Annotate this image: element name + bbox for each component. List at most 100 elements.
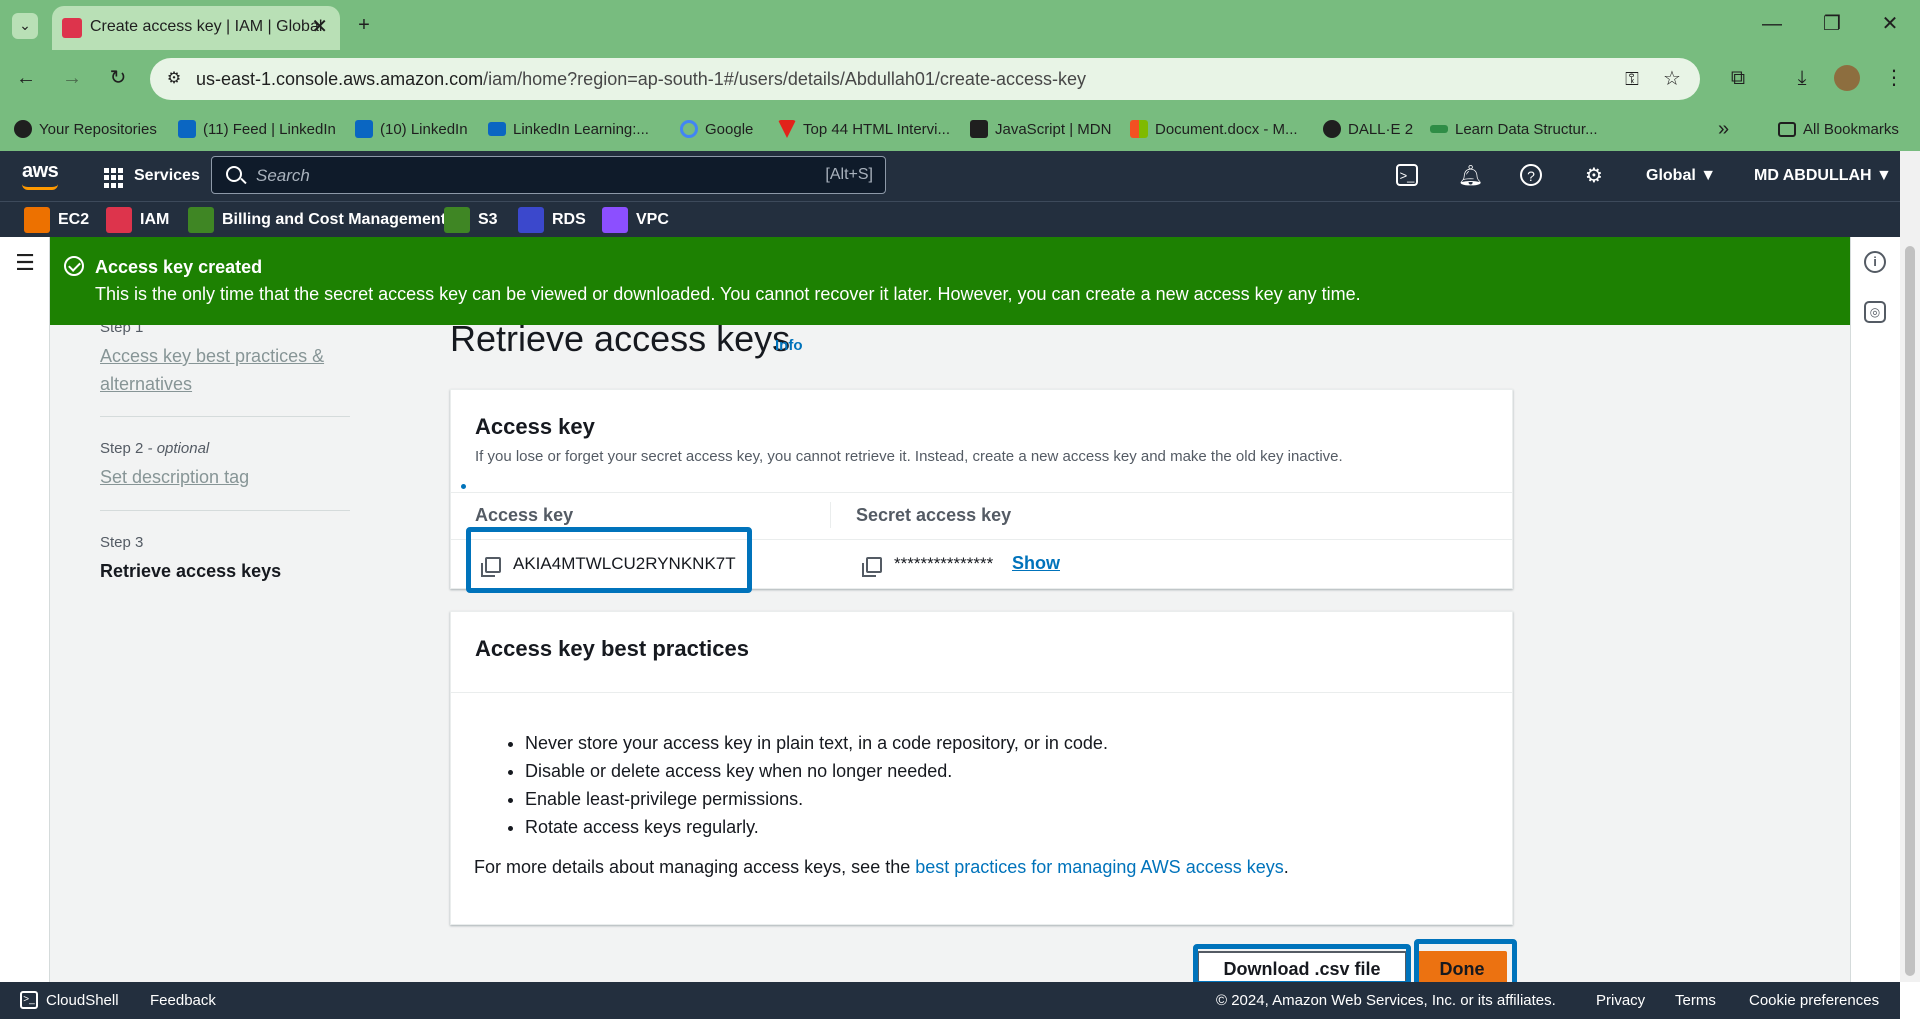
flash-message: This is the only time that the secret ac… (95, 284, 1361, 304)
linkedin-icon (178, 120, 196, 138)
cloudshell-icon[interactable]: >_ (20, 991, 38, 1009)
close-tab-icon[interactable]: ✕ (311, 14, 328, 39)
site-info-icon[interactable]: ⚙ (162, 67, 186, 91)
bookmark-linkedin-feed[interactable]: (11) Feed | LinkedIn (178, 117, 336, 141)
best-practices-heading: Access key best practices (475, 636, 749, 661)
bookmark-mdn[interactable]: JavaScript | MDN (970, 117, 1111, 141)
list-item: Rotate access keys regularly. (525, 813, 1108, 841)
footer-privacy[interactable]: Privacy (1596, 992, 1645, 1009)
services-menu[interactable]: Services (134, 167, 200, 185)
step-divider (100, 510, 350, 511)
step-1-link[interactable]: Access key best practices & alternatives (100, 342, 330, 398)
search-input[interactable]: Search [Alt+S] (211, 156, 886, 194)
bookmark-linkedin[interactable]: (10) LinkedIn (355, 117, 468, 141)
forward-icon[interactable]: → (60, 66, 84, 90)
access-key-description: If you lose or forget your secret access… (475, 448, 1343, 465)
favorite-ec2[interactable]: EC2 (24, 207, 89, 233)
step-2-link[interactable]: Set description tag (100, 463, 249, 491)
left-rail: ☰ (0, 237, 50, 982)
column-header-access-key: Access key (475, 505, 574, 525)
aws-logo[interactable]: aws (22, 160, 59, 183)
favorite-billing[interactable]: Billing and Cost Management (188, 207, 446, 233)
bookmark-dalle[interactable]: DALL·E 2 (1323, 117, 1413, 141)
url-text: us-east-1.console.aws.amazon.com/iam/hom… (196, 69, 1086, 89)
favorite-vpc[interactable]: VPC (602, 207, 669, 233)
openai-icon (1323, 120, 1341, 138)
tab-search-icon[interactable]: ⌄ (12, 13, 38, 39)
scrollbar-thumb[interactable] (1905, 246, 1915, 976)
profile-avatar[interactable] (1834, 65, 1860, 91)
step-3-current: Retrieve access keys (100, 561, 282, 581)
extensions-icon[interactable]: ⧉ (1726, 66, 1750, 90)
info-link[interactable]: Info (775, 337, 803, 354)
more-bookmarks-icon[interactable]: » (1718, 117, 1729, 141)
folder-icon (1778, 121, 1796, 137)
aws-smile-icon (22, 184, 58, 190)
iam-favicon-icon (62, 18, 82, 38)
browser-tab-strip: ⌄ Create access key | IAM | Global ✕ + —… (0, 0, 1920, 50)
linkedin-icon (355, 120, 373, 138)
favorite-iam[interactable]: IAM (106, 207, 169, 233)
settings-gear-icon[interactable]: ⚙ (1582, 164, 1606, 188)
success-flashbar: Access key created This is the only time… (50, 237, 1850, 325)
bookmark-learn-data-structures[interactable]: Learn Data Structur... (1430, 117, 1598, 141)
services-grid-icon[interactable] (104, 168, 124, 188)
menu-kebab-icon[interactable]: ⋮ (1882, 66, 1906, 90)
notifications-bell-icon[interactable]: 🔔︎ (1458, 164, 1483, 188)
footer-cloudshell[interactable]: CloudShell (46, 992, 119, 1009)
best-practices-list: Never store your access key in plain tex… (525, 729, 1108, 841)
favorite-s3[interactable]: S3 (444, 207, 498, 233)
highlight-annotation (1193, 944, 1411, 986)
hamburger-menu-icon[interactable]: ☰ (12, 251, 38, 275)
page-scrollbar[interactable] (1900, 151, 1920, 982)
show-secret-link[interactable]: Show (1012, 553, 1060, 574)
tutorial-panel-icon[interactable]: ◎ (1864, 301, 1886, 323)
aws-top-nav: aws Services Search [Alt+S] >_ 🔔︎ ? ⚙ Gl… (0, 151, 1900, 201)
step-2-label: Step 2 - optional (100, 440, 210, 457)
favorite-rds[interactable]: RDS (518, 207, 586, 233)
column-divider (830, 502, 831, 528)
microsoft-icon (1130, 120, 1148, 138)
toptal-icon (778, 120, 796, 138)
close-window-icon[interactable]: ✕ (1878, 12, 1902, 36)
minimize-icon[interactable]: — (1760, 12, 1784, 36)
password-key-icon[interactable]: ⚿ (1620, 67, 1644, 91)
restore-icon[interactable]: ❐ (1820, 12, 1844, 36)
focus-dot (461, 484, 466, 489)
mdn-icon (970, 120, 988, 138)
footer-terms[interactable]: Terms (1675, 992, 1716, 1009)
new-tab-icon[interactable]: + (352, 13, 376, 37)
back-icon[interactable]: ← (14, 66, 38, 90)
console-footer: >_ CloudShell Feedback © 2024, Amazon We… (0, 982, 1900, 1019)
bookmark-linkedin-learning[interactable]: LinkedIn Learning:... (488, 117, 649, 141)
reload-icon[interactable]: ↻ (106, 66, 130, 90)
copy-secret-key-icon[interactable] (862, 557, 882, 577)
tab-title: Create access key | IAM | Global (90, 18, 323, 35)
bookmark-star-icon[interactable]: ☆ (1660, 67, 1684, 91)
bookmark-your-repositories[interactable]: Your Repositories (14, 117, 157, 141)
footer-copyright: © 2024, Amazon Web Services, Inc. or its… (1216, 992, 1556, 1009)
search-icon (226, 166, 242, 182)
table-divider (451, 492, 1512, 493)
region-selector[interactable]: Global ▼ (1646, 167, 1716, 185)
footer-feedback[interactable]: Feedback (150, 992, 216, 1009)
column-header-secret-key: Secret access key (856, 505, 1012, 525)
help-icon[interactable]: ? (1520, 164, 1542, 186)
bookmarks-bar: Your Repositories (11) Feed | LinkedIn (… (0, 107, 1920, 151)
best-practices-link[interactable]: best practices for managing AWS access k… (915, 857, 1284, 877)
bookmark-document[interactable]: Document.docx - M... (1130, 117, 1298, 141)
info-panel-icon[interactable]: i (1864, 251, 1886, 273)
cloudshell-icon[interactable]: >_ (1396, 164, 1418, 186)
iam-icon (106, 207, 132, 233)
all-bookmarks[interactable]: All Bookmarks (1778, 117, 1899, 141)
download-icon[interactable]: ⤓ (1790, 66, 1814, 90)
address-bar[interactable]: ⚙ us-east-1.console.aws.amazon.com/iam/h… (150, 58, 1700, 100)
account-menu[interactable]: MD ABDULLAH ▼ (1754, 167, 1892, 185)
bookmark-html-interview[interactable]: Top 44 HTML Intervi... (778, 117, 950, 141)
panel-divider (451, 692, 1512, 693)
billing-icon (188, 207, 214, 233)
footer-cookie-preferences[interactable]: Cookie preferences (1749, 992, 1879, 1009)
highlight-annotation (466, 527, 752, 593)
browser-tab-active[interactable]: Create access key | IAM | Global ✕ (52, 6, 340, 50)
bookmark-google[interactable]: Google (680, 117, 753, 141)
